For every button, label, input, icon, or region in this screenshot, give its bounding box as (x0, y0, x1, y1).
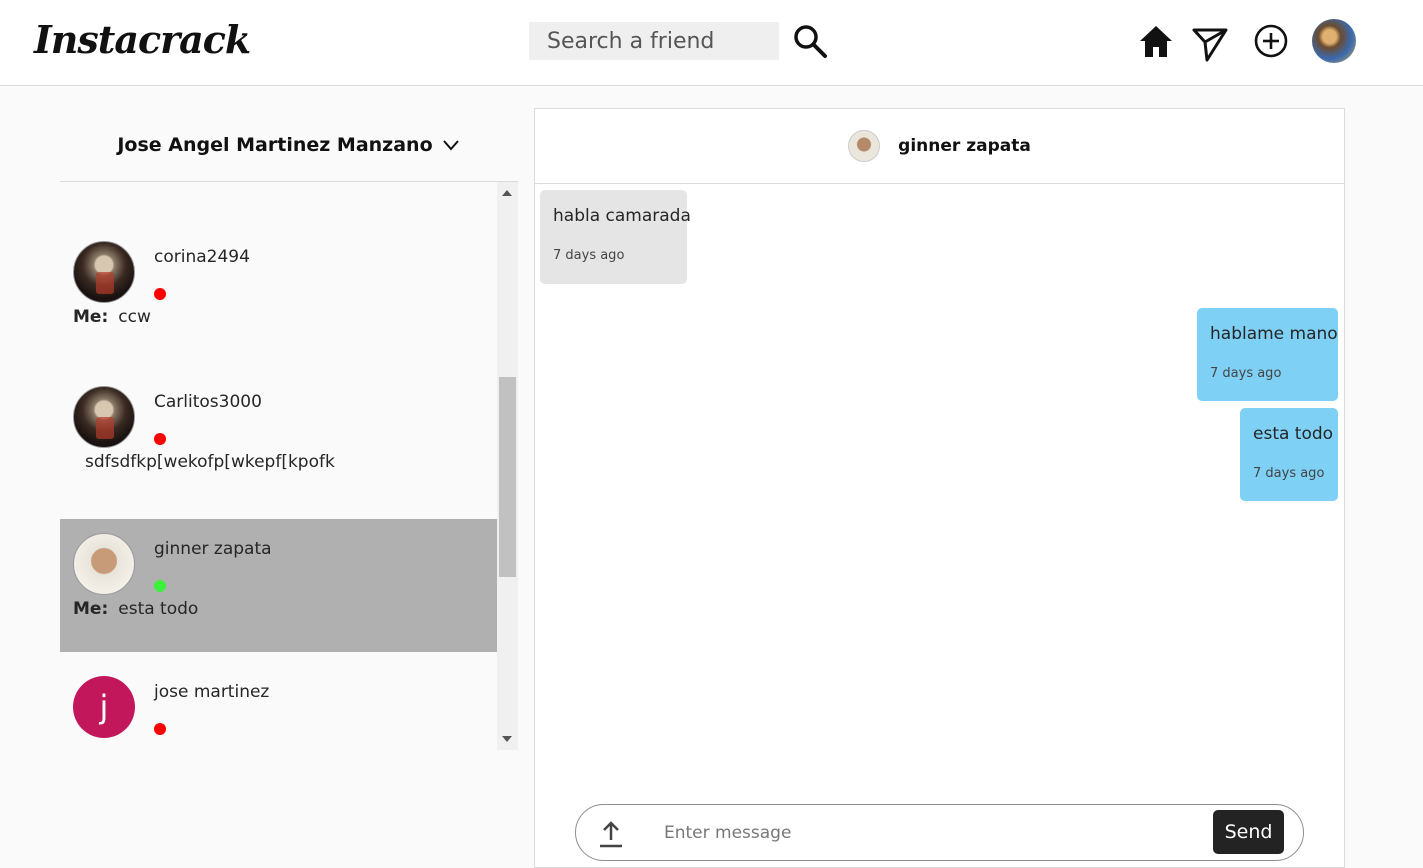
last-message: Me: ccw (73, 307, 151, 327)
chat-panel: ginner zapata habla camarada 7 days ago … (534, 108, 1345, 868)
send-button[interactable]: Send (1213, 810, 1284, 854)
offline-status-dot (154, 433, 166, 445)
message-text: hablame mano (1210, 324, 1338, 344)
conversation-scrollbar[interactable] (497, 182, 518, 750)
last-message-text: sdfsdfkp[wekofp[wkepf[kpofk (85, 452, 335, 472)
message-incoming: habla camarada 7 days ago (540, 190, 691, 284)
last-message: sdfsdfkp[wekofp[wkepf[kpofk (85, 452, 335, 472)
search-icon[interactable] (792, 23, 828, 59)
conversation-name: jose martinez (154, 682, 270, 702)
profile-avatar[interactable] (1312, 19, 1356, 63)
conversations-panel: Jose Angel Martinez Manzano corina2494 M… (60, 108, 518, 750)
last-message: Me: esta todo (73, 599, 198, 619)
conversation-item[interactable]: corina2494 Me: ccw (60, 219, 497, 352)
conversation-name: corina2494 (154, 247, 250, 267)
message-time: 7 days ago (1210, 366, 1282, 381)
upload-icon[interactable] (598, 820, 624, 848)
avatar[interactable] (848, 130, 881, 162)
me-label: Me: (73, 307, 109, 327)
conversation-item[interactable]: j jose martinez (60, 654, 497, 750)
scroll-thumb[interactable] (499, 377, 516, 577)
account-name: Jose Angel Martinez Manzano (117, 133, 433, 156)
message-input[interactable]: Enter message (664, 823, 791, 843)
chat-header: ginner zapata (535, 109, 1344, 184)
message-time: 7 days ago (1253, 466, 1325, 481)
last-message-text: ccw (118, 307, 151, 327)
chevron-down-icon (442, 139, 459, 151)
conversation-name: ginner zapata (154, 539, 272, 559)
top-navbar: Instacrack Search a friend (0, 0, 1423, 86)
offline-status-dot (154, 723, 166, 735)
app-logo[interactable]: Instacrack (34, 17, 251, 62)
avatar (73, 241, 135, 303)
message-text: habla camarada (553, 206, 691, 226)
avatar (73, 533, 135, 595)
conversation-list: corina2494 Me: ccw Carlitos3000 sdfsdfkp[… (60, 182, 497, 750)
message-outgoing: hablame mano 7 days ago (1197, 308, 1338, 401)
avatar: j (73, 676, 135, 738)
message-text: esta todo (1253, 424, 1334, 444)
chat-partner-name[interactable]: ginner zapata (898, 136, 1031, 156)
message-outgoing: esta todo 7 days ago (1240, 408, 1338, 501)
account-switcher[interactable]: Jose Angel Martinez Manzano (60, 108, 518, 182)
direct-message-icon[interactable] (1191, 24, 1229, 62)
conversation-item-active[interactable]: ginner zapata Me: esta todo (60, 519, 497, 652)
avatar (73, 386, 135, 448)
conversation-name: Carlitos3000 (154, 392, 262, 412)
add-post-icon[interactable] (1252, 22, 1290, 60)
home-icon[interactable] (1137, 22, 1175, 60)
conversation-item[interactable]: Carlitos3000 sdfsdfkp[wekofp[wkepf[kpofk (60, 364, 497, 497)
message-time: 7 days ago (553, 248, 625, 263)
scroll-down-arrow-icon[interactable] (502, 736, 512, 742)
me-label: Me: (73, 599, 109, 619)
offline-status-dot (154, 288, 166, 300)
online-status-dot (154, 580, 166, 592)
last-message-text: esta todo (118, 599, 199, 619)
message-composer: Enter message Send (575, 804, 1304, 861)
scroll-up-arrow-icon[interactable] (502, 190, 512, 196)
search-input[interactable]: Search a friend (529, 22, 779, 60)
